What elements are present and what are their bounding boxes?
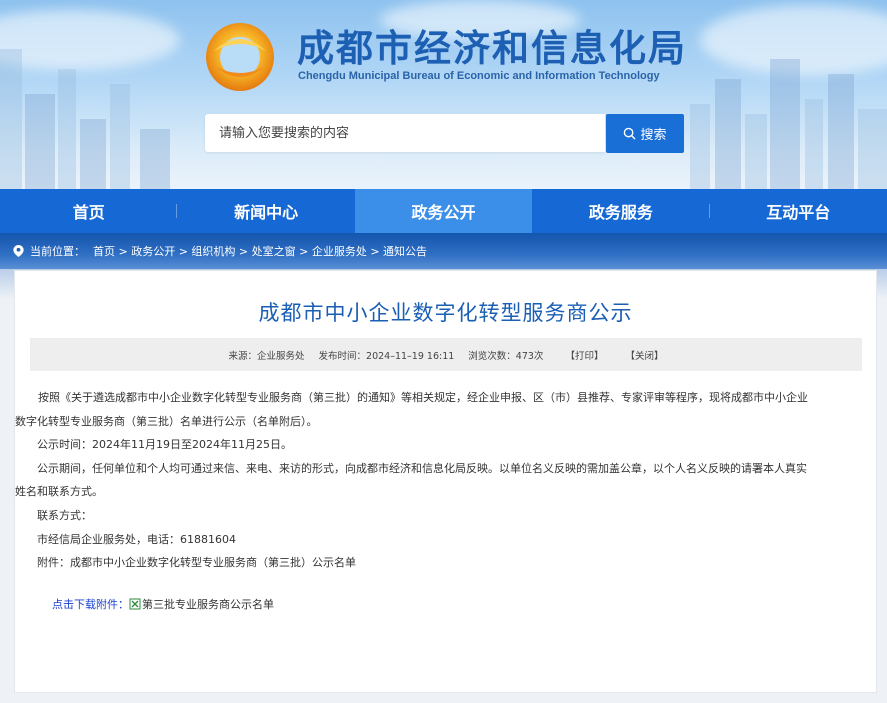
- site-subtitle: Chengdu Municipal Bureau of Economic and…: [298, 70, 660, 82]
- article-panel: 成都市中小企业数字化转型服务商公示 来源：企业服务处 发布时间：2024–11–…: [14, 270, 877, 693]
- building-decoration: [770, 59, 800, 189]
- building-decoration: [805, 99, 823, 189]
- nav-item-label: 互动平台: [766, 203, 831, 222]
- download-label: 点击下载附件：: [52, 598, 129, 611]
- download-attachment-row: 点击下载附件： 第三批专业服务商公示名单: [52, 596, 274, 612]
- nav-item-label: 首页: [72, 203, 105, 222]
- building-decoration: [0, 49, 22, 189]
- building-decoration: [858, 109, 887, 189]
- contact-label: 联系方式：: [37, 508, 92, 522]
- building-decoration: [25, 94, 55, 189]
- search-button[interactable]: 搜索: [606, 114, 684, 153]
- site-header: 成都市经济和信息化局 Chengdu Municipal Bureau of E…: [0, 0, 887, 189]
- site-title: 成都市经济和信息化局: [297, 27, 687, 70]
- meta-source: 来源：企业服务处: [228, 350, 305, 362]
- article-title: 成都市中小企业数字化转型服务商公示: [258, 301, 633, 325]
- cloud-decoration: [0, 10, 180, 70]
- breadcrumb-prefix: 当前位置：: [30, 245, 85, 258]
- nav-item-gov-affairs-public[interactable]: 政务公开: [354, 189, 533, 233]
- nav-item-interaction[interactable]: 互动平台: [710, 189, 887, 233]
- print-link[interactable]: 【打印】: [565, 348, 603, 362]
- nav-item-label: 政务公开: [411, 203, 476, 222]
- paragraph-line: 数字化转型专业服务商（第三批）名单进行公示（名单附后）。: [15, 414, 318, 428]
- search-box: [205, 114, 605, 152]
- meta-published: 发布时间：2024–11–19 16:11: [318, 350, 455, 362]
- contact-info: 市经信局企业服务处，电话：61881604: [37, 532, 236, 546]
- building-decoration: [690, 104, 710, 189]
- excel-file-icon: [129, 598, 141, 610]
- building-decoration: [828, 74, 854, 189]
- building-decoration: [58, 69, 76, 189]
- nav-item-home[interactable]: 首页: [0, 189, 178, 233]
- attachment-note: 附件：成都市中小企业数字化转型专业服务商（第三批）公示名单: [37, 556, 356, 570]
- meta-views: 浏览次数：473次: [468, 350, 544, 362]
- close-link[interactable]: 【关闭】: [625, 348, 663, 362]
- article-body: 按照《关于遴选成都市中小企业数字化转型专业服务商（第三批）的通知》等相关规定，经…: [15, 386, 863, 575]
- download-file-link[interactable]: 第三批专业服务商公示名单: [142, 596, 274, 612]
- building-decoration: [745, 114, 767, 189]
- search-input[interactable]: [205, 114, 599, 152]
- nav-item-news[interactable]: 新闻中心: [177, 189, 354, 233]
- breadcrumb-path[interactable]: 首页 > 政务公开 > 组织机构 > 处室之窗 > 企业服务处 > 通知公告: [93, 243, 427, 259]
- building-decoration: [715, 79, 741, 189]
- paragraph-line: 按照《关于遴选成都市中小企业数字化转型专业服务商（第三批）的通知》等相关规定，经…: [38, 391, 808, 404]
- logo-emblem: [206, 23, 274, 91]
- main-nav: 首页 新闻中心 政务公开 政务服务 互动平台: [0, 189, 887, 233]
- building-decoration: [110, 84, 130, 189]
- location-pin-icon: [13, 245, 24, 257]
- search-button-label: 搜索: [640, 128, 667, 143]
- building-decoration: [80, 119, 106, 189]
- nav-item-label: 政务服务: [588, 203, 653, 222]
- paragraph-line: 公示期间，任何单位和个人均可通过来信、来电、来访的形式，向成都市经济和信息化局反…: [37, 461, 807, 475]
- building-decoration: [140, 129, 170, 189]
- breadcrumb: 当前位置： 首页 > 政务公开 > 组织机构 > 处室之窗 > 企业服务处 > …: [0, 233, 887, 269]
- paragraph-line: 姓名和联系方式。: [15, 485, 103, 499]
- article-meta-bar: 来源：企业服务处 发布时间：2024–11–19 16:11 浏览次数：473次…: [30, 338, 862, 371]
- nav-item-label: 新闻中心: [234, 203, 299, 222]
- nav-item-gov-services[interactable]: 政务服务: [532, 189, 710, 233]
- search-icon: [624, 127, 637, 140]
- notice-period: 公示时间：2024年11月19日至2024年11月25日。: [37, 438, 292, 452]
